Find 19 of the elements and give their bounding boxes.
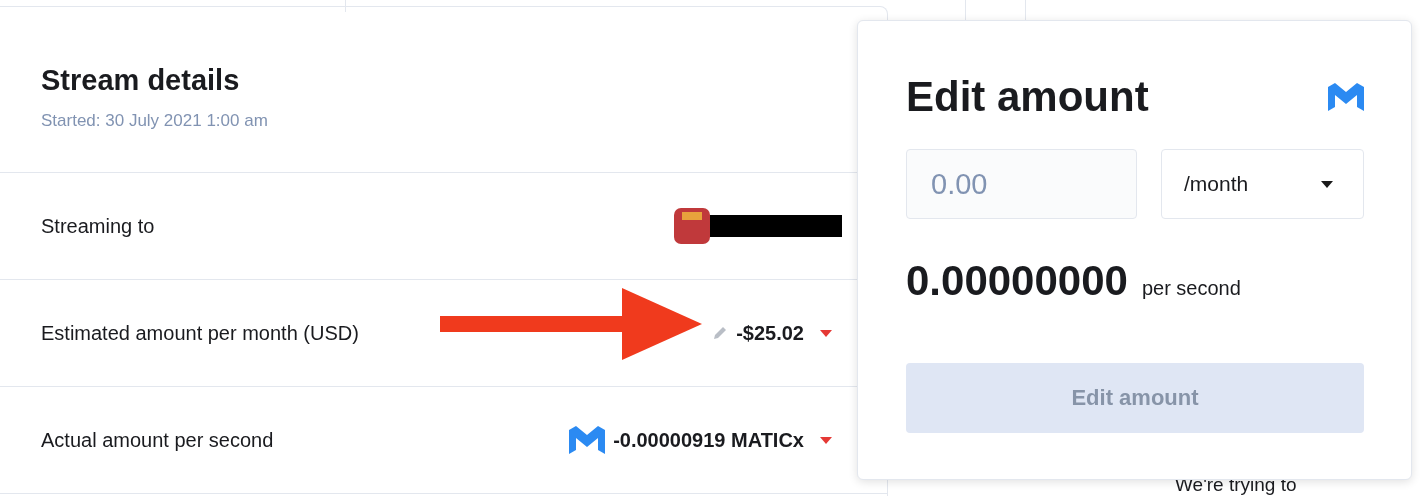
popover-title: Edit amount <box>906 73 1149 121</box>
started-date: Started: 30 July 2021 1:00 am <box>41 111 269 131</box>
caret-down-icon <box>820 329 832 337</box>
amount-value: -$25.02 <box>736 321 804 345</box>
caret-down-icon <box>1321 180 1333 188</box>
caret-down-icon <box>820 436 832 444</box>
row-label: Estimated amount per month (USD) <box>41 321 359 345</box>
amount-value: -0.00000919 MATICx <box>613 428 804 452</box>
rate-value: 0.00000000 <box>906 257 1128 305</box>
card-title: Stream details <box>41 64 241 97</box>
row-label: Actual amount per second <box>41 428 274 452</box>
amount-field[interactable]: 0.00 <box>906 149 1137 219</box>
token-logo-icon <box>1328 83 1364 111</box>
avatar-icon <box>674 208 710 244</box>
row-label: Streaming to <box>41 214 155 238</box>
pencil-icon[interactable] <box>712 325 729 341</box>
rate-unit: per second <box>1141 277 1241 300</box>
token-logo-icon <box>569 426 606 454</box>
period-select[interactable]: /month <box>1161 149 1364 219</box>
